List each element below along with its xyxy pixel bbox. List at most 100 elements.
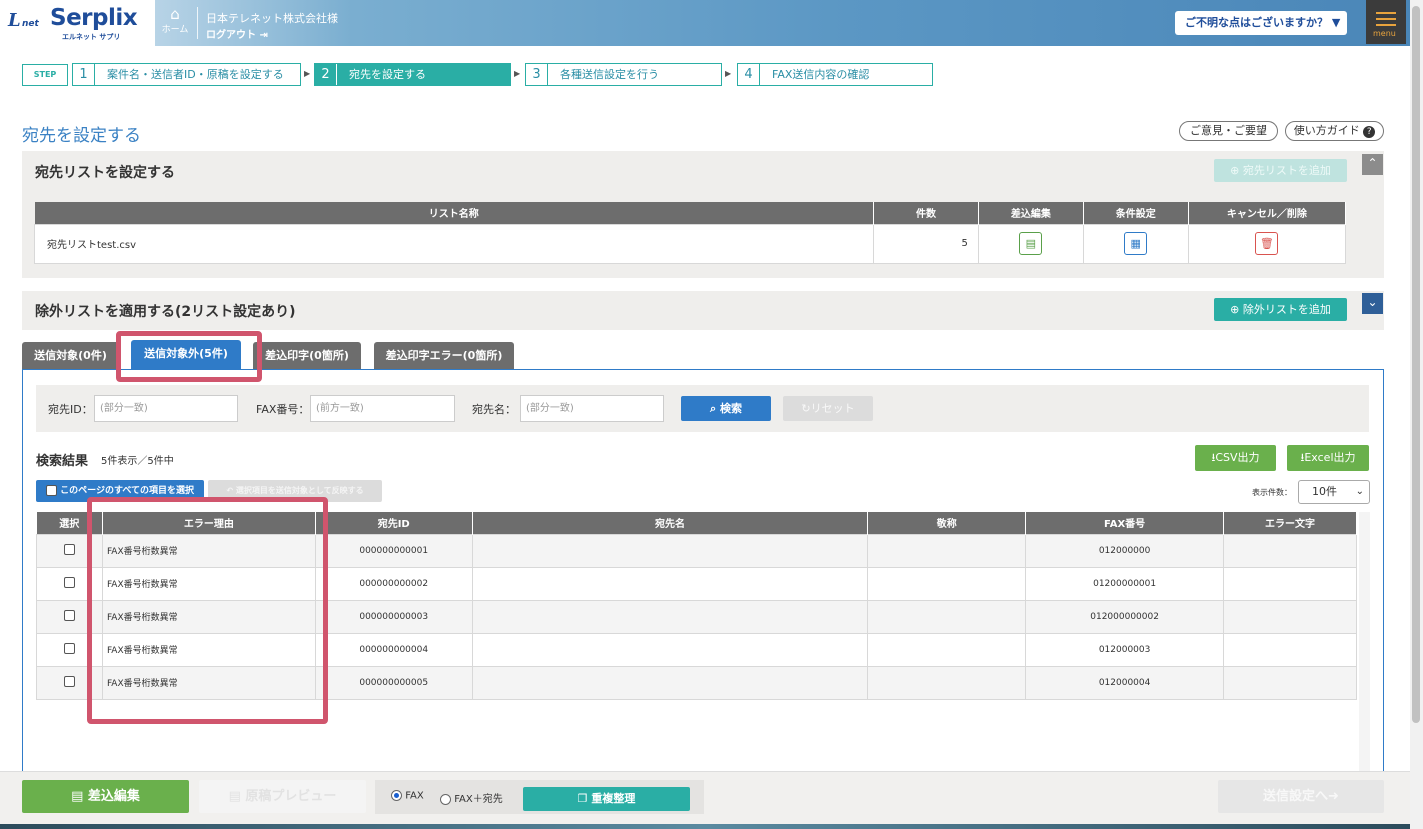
fax-number: 012000000 xyxy=(1025,533,1225,568)
step-arrow-icon: ▶ xyxy=(304,69,311,78)
help-dropdown[interactable]: ご不明な点はございますか？ ▼ xyxy=(1175,11,1347,35)
fax-number: 01200000001 xyxy=(1025,566,1225,601)
output-mode-group: FAX FAX＋宛先 ❐ 重複整理 xyxy=(375,780,704,814)
trash-icon[interactable]: 🗑 xyxy=(1255,232,1279,255)
column-header: リスト名称 xyxy=(34,202,875,224)
per-page-select[interactable]: 10件 ⌄ xyxy=(1298,480,1370,504)
next-send-settings-button[interactable]: 送信設定へ➜ xyxy=(1218,780,1384,813)
step-2[interactable]: 2 宛先を設定する xyxy=(314,63,511,86)
dest-id-input[interactable]: (部分一致) xyxy=(94,395,238,422)
preview-button[interactable]: ▤ 原稿プレビュー xyxy=(199,780,366,813)
table-scrollbar[interactable] xyxy=(1359,512,1370,782)
step-label-text: 各種送信設定を行う xyxy=(560,68,659,81)
step-label: STEP xyxy=(22,64,68,86)
row-checkbox[interactable] xyxy=(63,609,75,621)
fax-number: 012000004 xyxy=(1025,665,1225,700)
merge-edit-button[interactable]: ▤ 差込編集 xyxy=(22,780,189,813)
column-header: FAX番号 xyxy=(1025,512,1225,534)
logo-text: Serplix xyxy=(50,5,138,31)
collapse-up-icon[interactable]: ⌃ xyxy=(1362,154,1383,175)
dest-name xyxy=(471,599,869,634)
step-number: 3 xyxy=(526,64,548,85)
feedback-button[interactable]: ご意見・ご要望 xyxy=(1179,121,1278,141)
dest-id: 000000000004 xyxy=(314,632,473,667)
dest-id: 000000000002 xyxy=(314,566,473,601)
reset-icon: ↻ xyxy=(801,402,811,415)
radio-fax-dest[interactable]: FAX＋宛先 xyxy=(440,790,503,805)
menu-label: menu xyxy=(1373,29,1396,38)
dest-name-label: 宛先名： xyxy=(472,403,516,416)
dedupe-button[interactable]: ❐ 重複整理 xyxy=(523,787,690,811)
plus-icon: ⊕ xyxy=(1230,303,1243,316)
logout-icon: ⇥ xyxy=(259,30,268,41)
add-exclude-list-button[interactable]: ⊕ 除外リストを追加 xyxy=(1214,298,1347,321)
search-button[interactable]: ⌕ 検索 xyxy=(681,396,771,421)
radio-fax-label: FAX xyxy=(405,790,424,802)
column-header: 敬称 xyxy=(867,512,1027,534)
row-checkbox[interactable] xyxy=(63,576,75,588)
reset-button[interactable]: ↻リセット xyxy=(783,396,873,421)
home-label: ホーム xyxy=(161,25,189,35)
results-count: 5件表示／5件中 xyxy=(101,456,174,467)
logo-subtext: エルネット サプリ xyxy=(62,33,121,41)
step-1[interactable]: 1 案件名・送信者ID・原稿を設定する xyxy=(72,63,301,86)
column-header: エラー文字 xyxy=(1223,512,1357,534)
menu-bar-icon xyxy=(1376,12,1396,14)
guide-button[interactable]: 使い方ガイド ? xyxy=(1285,121,1384,141)
app-header: L net Serplix エルネット サプリ ⌂ ホーム 日本テレネット株式会… xyxy=(0,0,1410,46)
per-page-value: 10件 xyxy=(1312,485,1337,498)
row-checkbox[interactable] xyxy=(63,675,75,687)
dest-name xyxy=(471,566,869,601)
home-button[interactable]: ⌂ ホーム xyxy=(158,6,192,40)
add-destination-list-button[interactable]: ⊕ 宛先リストを追加 xyxy=(1214,159,1347,182)
excel-export-button[interactable]: ⭳Excel出力 xyxy=(1287,445,1369,471)
radio-unselected-icon xyxy=(440,793,451,805)
page-scrollbar[interactable] xyxy=(1410,0,1423,829)
error-char xyxy=(1223,533,1357,568)
csv-export-button[interactable]: ⭳CSV出力 xyxy=(1195,445,1276,471)
row-checkbox[interactable] xyxy=(63,642,75,654)
step-number: 2 xyxy=(315,64,337,85)
logout-label: ログアウト xyxy=(206,30,256,41)
tab-merge-print-error[interactable]: 差込印字エラー(0箇所) xyxy=(374,342,514,369)
search-icon: ⌕ xyxy=(710,402,720,415)
merge-edit-label: 差込編集 xyxy=(87,789,140,804)
condition-settings-icon[interactable]: ▦ xyxy=(1124,232,1148,255)
merge-edit-icon[interactable]: ▤ xyxy=(1019,232,1043,255)
select-all-label: このページのすべての項目を選択 xyxy=(60,486,194,496)
dest-name-input[interactable]: (部分一致) xyxy=(520,395,664,422)
dest-name xyxy=(471,632,869,667)
expand-down-icon[interactable]: ⌄ xyxy=(1362,293,1383,314)
radio-fax[interactable]: FAX xyxy=(391,790,424,802)
honorific xyxy=(867,566,1027,601)
csv-export-label: CSV出力 xyxy=(1215,451,1260,464)
fax-input[interactable]: (前方一致) xyxy=(310,395,455,422)
menu-button[interactable]: menu xyxy=(1366,0,1406,44)
guide-label: 使い方ガイド xyxy=(1293,124,1360,137)
honorific xyxy=(867,632,1027,667)
list-count: 5 xyxy=(873,223,979,264)
scrollbar-thumb[interactable] xyxy=(1412,6,1420,723)
tab-merge-print[interactable]: 差込印字(0箇所) xyxy=(253,342,361,369)
radio-fax-dest-label: FAX＋宛先 xyxy=(454,794,503,805)
home-icon: ⌂ xyxy=(170,5,180,23)
step-4[interactable]: 4 FAX送信内容の確認 xyxy=(737,63,933,86)
step-3[interactable]: 3 各種送信設定を行う xyxy=(525,63,722,86)
honorific xyxy=(867,599,1027,634)
serplix-logo[interactable]: L net Serplix エルネット サプリ xyxy=(0,0,155,46)
document-icon: ▤ xyxy=(71,789,88,804)
row-checkbox[interactable] xyxy=(63,543,75,555)
honorific xyxy=(867,665,1027,700)
dest-name xyxy=(471,533,869,568)
radio-selected-icon xyxy=(391,790,402,801)
restore-label: 選択項目を送信対象として反映する xyxy=(235,486,364,495)
tab-send-target[interactable]: 送信対象(0件) xyxy=(22,342,119,369)
plus-icon: ⊕ xyxy=(1230,164,1243,177)
menu-bar-icon xyxy=(1376,24,1396,26)
arrow-right-icon: ➜ xyxy=(1328,789,1339,804)
destination-list-table: リスト名称 件数 差込編集 条件設定 キャンセル／削除 宛先リストtest.cs… xyxy=(33,202,1347,264)
logout-link[interactable]: ログアウト ⇥ xyxy=(206,26,268,41)
table-row: 宛先リストtest.csv 5 ▤ ▦ 🗑 xyxy=(33,223,1347,264)
step-number: 4 xyxy=(738,64,760,85)
error-char xyxy=(1223,632,1357,667)
